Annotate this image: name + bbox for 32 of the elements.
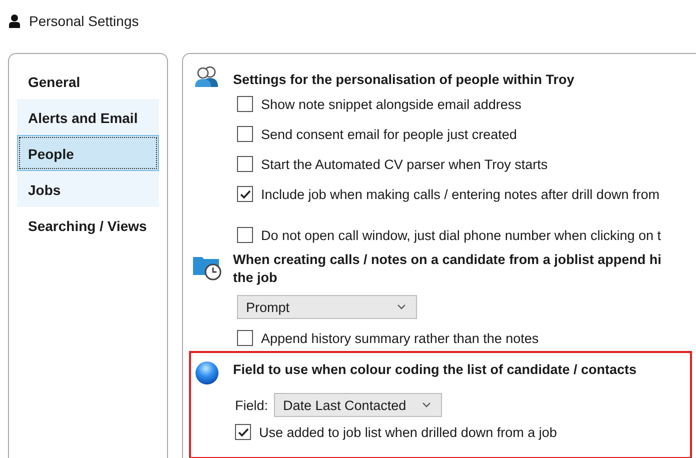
dropdown[interactable]: Prompt (237, 295, 417, 319)
section-heading: Field to use when colour coding the list of candidate / contacts (233, 361, 637, 379)
checkbox[interactable] (237, 156, 253, 172)
sidebar-item[interactable]: Jobs (17, 171, 159, 207)
dropdown[interactable]: Date Last Contacted (274, 393, 442, 417)
section-heading: When creating calls / notes on a candidate from a joblist append hi (233, 251, 662, 269)
sidebar-item[interactable]: Searching / Views (17, 207, 159, 243)
checkbox[interactable] (237, 227, 253, 243)
people-icon (194, 65, 220, 89)
section-heading: Settings for the personalisation of people within Troy (233, 71, 574, 89)
chevron-down-icon (397, 304, 406, 310)
sphere-icon (195, 361, 219, 385)
person-icon (9, 14, 20, 28)
sidebar-item[interactable]: Alerts and Email (17, 99, 159, 135)
checkbox-label: Show note snippet alongside email address (261, 96, 522, 112)
checkbox[interactable] (237, 126, 253, 142)
section-heading: the job (233, 269, 278, 287)
checkbox-label: Start the Automated CV parser when Troy starts (261, 156, 548, 172)
checkbox[interactable] (235, 424, 251, 440)
checkbox-label: Append history summary rather than the notes (261, 330, 539, 346)
checkbox[interactable] (237, 330, 253, 346)
sidebar-item[interactable]: General (17, 63, 159, 99)
checkbox-label: Send consent email for people just created (261, 126, 517, 142)
checkbox-label: Do not open call window, just dial phone number when clicking on t (261, 228, 661, 243)
checkbox[interactable] (237, 96, 253, 112)
checkbox-label: Use added to job list when drilled down from a job (259, 424, 557, 440)
chevron-down-icon (422, 402, 432, 408)
checkbox-label: Include job when making calls / entering notes after drill down from (261, 186, 660, 202)
field-label: Field: (235, 398, 268, 412)
checkbox[interactable] (237, 186, 253, 202)
sidebar-item[interactable]: People (17, 135, 159, 171)
window-title: Personal Settings (29, 13, 139, 29)
